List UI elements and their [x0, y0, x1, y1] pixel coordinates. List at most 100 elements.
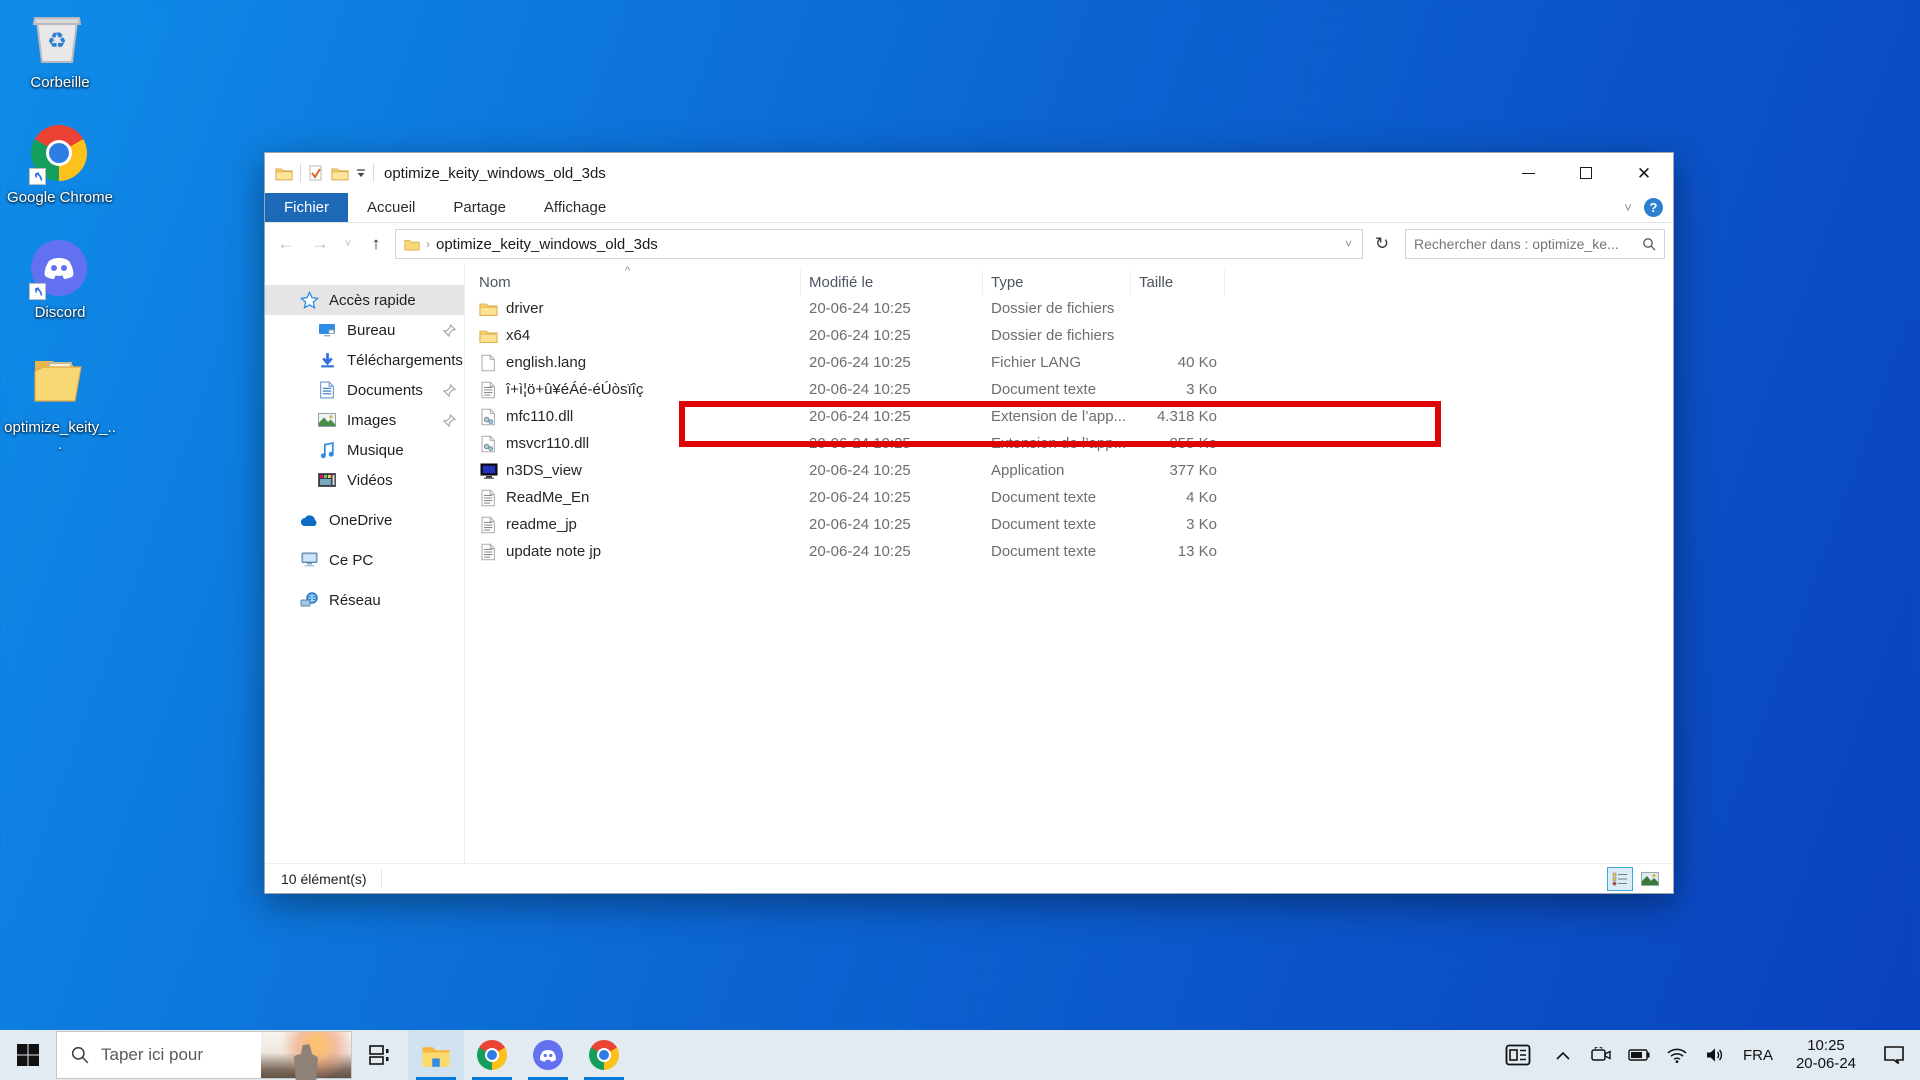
desktop-icon-corbeille[interactable]: ♻Corbeille: [4, 10, 116, 91]
sidebar-item-images[interactable]: Images: [265, 405, 464, 435]
search-icon: [71, 1046, 89, 1064]
file-row-n3ds-view[interactable]: n3DS_view20-06-24 10:25Application377 Ko: [471, 457, 1673, 484]
file-name: n3DS_view: [506, 462, 582, 479]
desktop-icon-google-chrome[interactable]: Google Chrome: [4, 125, 116, 206]
check-properties-icon[interactable]: [308, 165, 324, 181]
task-view-button[interactable]: [352, 1030, 408, 1080]
taskbar: FRA 10:25 20-06-24: [0, 1030, 1920, 1080]
recent-locations-chevron-icon[interactable]: ˅: [339, 229, 357, 259]
forward-button[interactable]: →: [305, 229, 335, 259]
search-highlight-image[interactable]: [261, 1032, 351, 1078]
chrome-logo: [589, 1040, 619, 1070]
refresh-button[interactable]: ↻: [1367, 229, 1397, 259]
pin-icon: [443, 324, 456, 337]
file-modified: 20-06-24 10:25: [801, 381, 983, 398]
wifi-icon[interactable]: [1660, 1030, 1694, 1080]
volume-icon[interactable]: [1698, 1030, 1732, 1080]
sidebar-item-vid-os[interactable]: Vidéos: [265, 465, 464, 495]
back-button[interactable]: ←: [271, 229, 301, 259]
sort-ascending-icon[interactable]: ^: [625, 265, 630, 277]
column-header-mod[interactable]: Modifié le: [801, 270, 983, 295]
svg-text:♻: ♻: [47, 28, 67, 53]
address-dropdown-chevron-icon[interactable]: ˅: [1339, 237, 1358, 251]
file-row-driver[interactable]: driver20-06-24 10:25Dossier de fichiers: [471, 295, 1673, 322]
file-row--s-[interactable]: î+ì¦ö+û¥éÁé-éÚòsïîç20-06-24 10:25Documen…: [471, 376, 1673, 403]
sidebar-item-musique[interactable]: Musique: [265, 435, 464, 465]
help-icon[interactable]: ?: [1644, 198, 1663, 217]
sidebar-item-onedrive[interactable]: OneDrive: [265, 505, 464, 535]
file-name-cell: x64: [471, 326, 801, 345]
sidebar-item-r-seau[interactable]: Réseau: [265, 585, 464, 615]
expand-ribbon-chevron-icon[interactable]: ˅: [1624, 200, 1632, 215]
chrome-logo: [477, 1040, 507, 1070]
taskbar-search-input[interactable]: [101, 1045, 231, 1065]
file-type: Document texte: [983, 516, 1131, 533]
sidebar-item-ce-pc[interactable]: Ce PC: [265, 545, 464, 575]
column-header-type[interactable]: Type: [983, 270, 1131, 295]
sidebar-item-bureau[interactable]: Bureau: [265, 315, 464, 345]
taskbar-app-chrome-1[interactable]: [464, 1030, 520, 1080]
desktop-icon-optimize-keity-[interactable]: optimize_keity_...: [4, 355, 116, 453]
taskbar-app-discord-2[interactable]: [520, 1030, 576, 1080]
sidebar-item-t-l-chargements[interactable]: Téléchargements: [265, 345, 464, 375]
column-header-name[interactable]: Nom: [471, 270, 801, 295]
language-indicator[interactable]: FRA: [1736, 1047, 1780, 1064]
file-size: 4.318 Ko: [1131, 408, 1225, 425]
search-input[interactable]: [1414, 236, 1642, 252]
folder-icon: [479, 326, 498, 345]
sidebar-item-acc-s-rapide[interactable]: Accès rapide: [265, 285, 464, 315]
details-view-button[interactable]: [1607, 867, 1633, 891]
file-list: driver20-06-24 10:25Dossier de fichiersx…: [465, 295, 1673, 863]
taskbar-app-file-explorer-0[interactable]: [408, 1030, 464, 1080]
taskbar-search-box[interactable]: [56, 1031, 352, 1079]
tab-affichage[interactable]: Affichage: [525, 193, 625, 222]
file-row-readme-jp[interactable]: readme_jp20-06-24 10:25Document texte3 K…: [471, 511, 1673, 538]
shortcut-arrow-icon: [29, 168, 46, 185]
file-row-x64[interactable]: x6420-06-24 10:25Dossier de fichiers: [471, 322, 1673, 349]
pin-icon: [443, 384, 456, 397]
text-file-icon: [479, 515, 498, 534]
file-type: Extension de l’app...: [983, 435, 1131, 452]
column-header-size[interactable]: Taille: [1131, 270, 1225, 295]
file-row-readme-en[interactable]: ReadMe_En20-06-24 10:25Document texte4 K…: [471, 484, 1673, 511]
desktop-icon-label: Discord: [4, 304, 116, 321]
news-widget-icon[interactable]: [1494, 1030, 1542, 1080]
taskbar-app-chrome-3[interactable]: [576, 1030, 632, 1080]
action-center-icon[interactable]: [1872, 1030, 1916, 1080]
tab-accueil[interactable]: Accueil: [348, 193, 434, 222]
search-box[interactable]: [1405, 229, 1665, 259]
close-button[interactable]: ✕: [1615, 153, 1673, 193]
navigation-pane: Accès rapideBureauTéléchargementsDocumen…: [265, 265, 465, 863]
file-modified: 20-06-24 10:25: [801, 462, 983, 479]
customize-chevron-icon[interactable]: [356, 168, 366, 178]
large-icons-view-button[interactable]: [1637, 867, 1663, 891]
discord-logo: [533, 1040, 563, 1070]
tab-fichier[interactable]: Fichier: [265, 193, 348, 222]
battery-icon[interactable]: [1622, 1030, 1656, 1080]
start-button[interactable]: [0, 1030, 56, 1080]
meet-now-icon[interactable]: [1584, 1030, 1618, 1080]
file-row-english-lang[interactable]: english.lang20-06-24 10:25Fichier LANG40…: [471, 349, 1673, 376]
file-row-update-note-jp[interactable]: update note jp20-06-24 10:25Document tex…: [471, 538, 1673, 565]
sidebar-item-documents[interactable]: Documents: [265, 375, 464, 405]
desktop-icon-discord[interactable]: Discord: [4, 240, 116, 321]
up-button[interactable]: ↑: [361, 229, 391, 259]
file-modified: 20-06-24 10:25: [801, 327, 983, 344]
maximize-button[interactable]: [1557, 153, 1615, 193]
new-folder-icon[interactable]: [331, 166, 349, 181]
file-size: 3 Ko: [1131, 381, 1225, 398]
file-row-mfc110-dll[interactable]: mfc110.dll20-06-24 10:25Extension de l’a…: [471, 403, 1673, 430]
tab-partage[interactable]: Partage: [434, 193, 525, 222]
breadcrumb[interactable]: optimize_keity_windows_old_3ds: [436, 236, 658, 253]
address-bar[interactable]: › optimize_keity_windows_old_3ds ˅: [395, 229, 1363, 259]
file-name-cell: î+ì¦ö+û¥éÁé-éÚòsïîç: [471, 380, 801, 399]
hidden-icons-chevron-icon[interactable]: [1546, 1030, 1580, 1080]
clock[interactable]: 10:25 20-06-24: [1784, 1037, 1868, 1073]
item-count: 10 élément(s): [281, 871, 367, 887]
window-title: optimize_keity_windows_old_3ds: [384, 165, 606, 182]
file-row-msvcr110-dll[interactable]: msvcr110.dll20-06-24 10:25Extension de l…: [471, 430, 1673, 457]
star-icon: [299, 290, 319, 310]
title-bar: optimize_keity_windows_old_3ds ✕: [265, 153, 1673, 193]
explorer-icon: [275, 166, 293, 181]
minimize-button[interactable]: [1499, 153, 1557, 193]
